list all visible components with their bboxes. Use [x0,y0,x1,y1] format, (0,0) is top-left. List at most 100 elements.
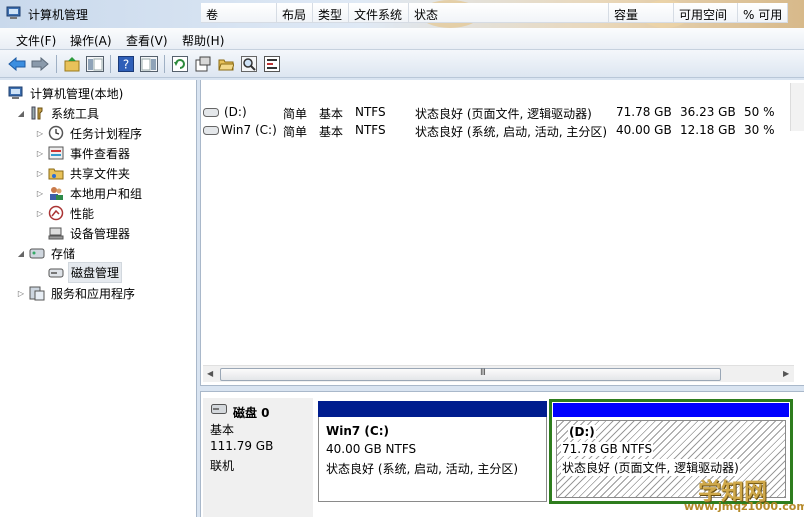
tree-item-task-scheduler[interactable]: ▷ 任务计划程序 [35,123,144,143]
tree-item-label: 系统工具 [51,106,100,121]
tree-item-label: 存储 [51,246,76,261]
shared-folder-icon [48,165,64,181]
search-icon[interactable] [240,55,258,73]
properties-icon[interactable] [194,55,212,73]
show-hide-tree-icon[interactable] [86,55,104,73]
tree-item-label: 性能 [70,206,95,221]
watermark-url: www.jmqz1000.com [684,500,804,513]
tree-item-label: 任务计划程序 [70,126,143,141]
services-icon [29,285,45,301]
disk-size: 111.79 GB [210,439,274,453]
computer-management-icon [8,85,24,101]
partition-name: (D:) [568,425,596,439]
disk-icon [211,404,227,414]
expand-triangle-icon[interactable]: ▷ [16,289,26,298]
column-header-free-space[interactable]: 可用空间 [674,3,738,23]
volume-type: 基本 [319,125,344,139]
svg-text:?: ? [123,58,129,72]
open-folder-icon[interactable] [217,55,235,73]
tree-item-label: 事件查看器 [70,146,131,161]
volume-name: (D:) [224,105,247,119]
tree-item-computer-management[interactable]: 计算机管理(本地) [8,83,125,103]
drive-icon [203,126,219,135]
menu-file[interactable]: 文件(F) [14,32,58,49]
scrollbar-thumb[interactable]: III [220,368,721,381]
tree-item-local-users[interactable]: ▷ 本地用户和组 [35,183,144,203]
clock-icon [48,125,64,141]
vertical-scrollbar[interactable] [790,83,804,131]
expand-triangle-icon[interactable]: ▷ [35,149,45,158]
tree-item-device-manager[interactable]: 设备管理器 [48,223,132,243]
volume-status: 状态良好 (页面文件, 逻辑驱动器) [415,107,592,121]
volume-free-space: 12.18 GB [680,123,736,137]
settings-icon[interactable] [263,55,281,73]
device-manager-icon [48,225,64,241]
tree-item-label: 设备管理器 [70,226,131,241]
horizontal-scrollbar[interactable]: ◀ III ▶ [203,365,794,382]
expand-triangle-icon[interactable]: ▷ [35,209,45,218]
volume-capacity: 71.78 GB [616,105,672,119]
help-icon[interactable]: ? [117,55,135,73]
scroll-left-arrow-icon[interactable]: ◀ [207,369,213,378]
volume-percent-free: 30 % [744,123,775,137]
primary-partition-bar [318,401,547,417]
event-viewer-icon [48,145,64,161]
partition-info: 71.78 GB NTFS [561,442,654,456]
disk-status: 联机 [210,459,235,473]
toolbar-separator [164,55,165,73]
collapse-triangle-icon[interactable]: ◢ [16,249,26,258]
volume-type: 基本 [319,107,344,121]
expand-triangle-icon[interactable]: ▷ [35,189,45,198]
column-header-capacity[interactable]: 容量 [609,3,674,23]
partition-name: Win7 (C:) [326,424,389,438]
users-icon [48,185,64,201]
partition-status: 状态良好 (系统, 启动, 活动, 主分区) [326,462,519,476]
column-header-status[interactable]: 状态 [409,3,609,23]
column-header-layout[interactable]: 布局 [277,3,313,23]
column-header-type[interactable]: 类型 [313,3,349,23]
logical-partition-bar [553,403,789,417]
back-arrow-icon[interactable] [8,55,26,73]
tree-item-storage[interactable]: ◢ 存储 [16,243,77,263]
tree-item-label: 服务和应用程序 [51,286,136,301]
toolbar-separator [56,55,57,73]
tree-item-disk-management[interactable]: 磁盘管理 [48,261,123,283]
tree-item-event-viewer[interactable]: ▷ 事件查看器 [35,143,132,163]
volume-status: 状态良好 (系统, 启动, 活动, 主分区) [415,125,608,139]
storage-icon [29,245,45,261]
volume-percent-free: 50 % [744,105,775,119]
up-folder-icon[interactable] [63,55,81,73]
partition-c[interactable]: Win7 (C:) 40.00 GB NTFS 状态良好 (系统, 启动, 活动… [318,417,547,502]
tree-item-system-tools[interactable]: ◢ 系统工具 [16,103,101,123]
column-header-percent-free[interactable]: % 可用 [738,3,788,23]
performance-icon [48,205,64,221]
scrollbar-grip: III [480,368,486,378]
menu-help[interactable]: 帮助(H) [180,32,226,49]
drive-icon [203,108,219,117]
disk-info-panel[interactable]: 磁盘 0 基本 111.79 GB 联机 [203,398,313,517]
menu-view[interactable]: 查看(V) [124,32,170,49]
expand-triangle-icon[interactable]: ▷ [35,129,45,138]
volume-name: Win7 (C:) [221,123,277,137]
menu-action[interactable]: 操作(A) [68,32,114,49]
column-header-volume[interactable]: 卷 [201,3,277,23]
volume-free-space: 36.23 GB [680,105,736,119]
tree-item-label: 计算机管理(本地) [30,86,124,101]
column-header-filesystem[interactable]: 文件系统 [349,3,409,23]
scroll-right-arrow-icon[interactable]: ▶ [783,369,789,378]
tree-item-shared-folders[interactable]: ▷ 共享文件夹 [35,163,132,183]
refresh-icon[interactable] [171,55,189,73]
disk-type: 基本 [210,423,235,437]
tree-item-services-apps[interactable]: ▷ 服务和应用程序 [16,283,137,303]
menu-bar: 文件(F) 操作(A) 查看(V) 帮助(H) [0,28,804,50]
system-tools-icon [29,105,45,121]
forward-arrow-icon[interactable] [31,55,49,73]
tree-item-label: 磁盘管理 [68,261,123,283]
toolbar-separator [110,55,111,73]
action-pane-icon[interactable] [140,55,158,73]
toolbar: ? [0,50,804,78]
volume-layout: 简单 [283,107,308,121]
collapse-triangle-icon[interactable]: ◢ [16,109,26,118]
expand-triangle-icon[interactable]: ▷ [35,169,45,178]
tree-item-performance[interactable]: ▷ 性能 [35,203,96,223]
